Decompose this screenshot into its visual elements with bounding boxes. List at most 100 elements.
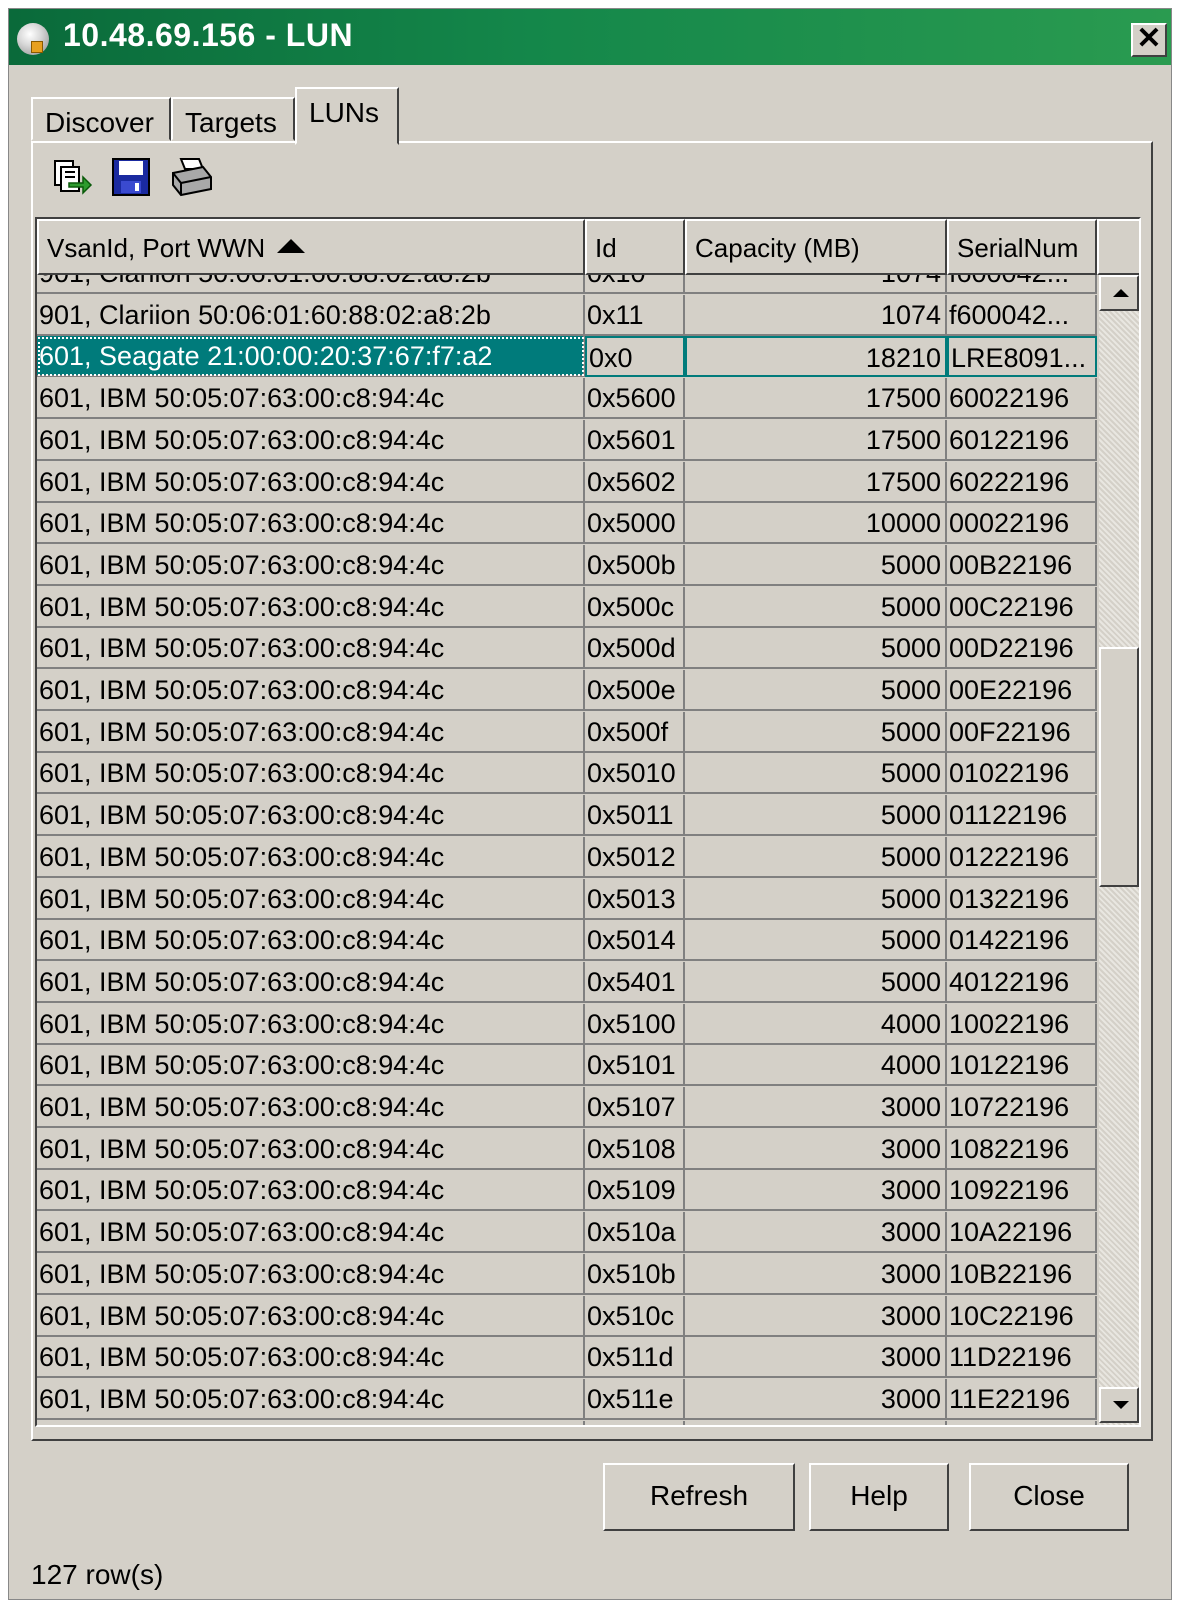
table-row[interactable]: 601, IBM 50:05:07:63:00:c8:94:4c 0x5101 40… (37, 1045, 1099, 1087)
scroll-down-button[interactable] (1099, 1387, 1139, 1423)
table-cell: 601, IBM 50:05:07:63:00:c8:94:4c (37, 1003, 585, 1045)
table-cell: 0x5600 (585, 378, 685, 420)
table-row[interactable]: 601, IBM 50:05:07:63:00:c8:94:4c 0x510a 30… (37, 1212, 1099, 1254)
table-row[interactable]: 601, IBM 50:05:07:63:00:c8:94:4c 0x500d 50… (37, 628, 1099, 670)
window-close-button[interactable]: ✕ (1131, 23, 1167, 57)
column-header-capacity[interactable]: Capacity (MB) (685, 219, 947, 275)
table-row[interactable]: 601, IBM 50:05:07:63:00:c8:94:4c 0x5010 50… (37, 753, 1099, 795)
table-cell: 0x5602 (585, 461, 685, 503)
table-row[interactable]: 601, IBM 50:05:07:63:00:c8:94:4c 0x5012 50… (37, 836, 1099, 878)
table-cell: 5000 (685, 544, 947, 586)
table-cell: 17500 (685, 378, 947, 420)
export-icon[interactable] (49, 155, 93, 199)
table-row[interactable]: 601, IBM 50:05:07:63:00:c8:94:4c 0x500f 50… (37, 711, 1099, 753)
tab-targets[interactable]: Targets (171, 97, 295, 141)
table-cell: 601, IBM 50:05:07:63:00:c8:94:4c (37, 670, 585, 711)
table-cell: 601, IBM 50:05:07:63:00:c8:94:4c (37, 836, 585, 878)
table-cell: 0x510a (585, 1212, 685, 1254)
table-row[interactable]: 601, Seagate 21:00:00:20:37:67:f7:a2 0x0 1… (37, 336, 1099, 378)
table-row[interactable]: 601, IBM 50:05:07:63:00:c8:94:4c 0x5014 50… (37, 920, 1099, 962)
column-header-vsanid-port-wwn[interactable]: VsanId, Port WWN (37, 219, 585, 275)
table-cell: f600042... (947, 294, 1097, 336)
table-cell: 3000 (685, 1212, 947, 1254)
table-row[interactable]: 601, IBM 50:05:07:63:00:c8:94:4c 0x5013 50… (37, 878, 1099, 920)
table-cell: 601, IBM 50:05:07:63:00:c8:94:4c (37, 1420, 585, 1425)
table-cell: 0x5100 (585, 1003, 685, 1045)
table-cell: 601, IBM 50:05:07:63:00:c8:94:4c (37, 419, 585, 461)
scroll-thumb[interactable] (1099, 647, 1139, 887)
table-cell: 601, Seagate 21:00:00:20:37:67:f7:a2 (37, 336, 585, 378)
table-cell: 0x5109 (585, 1170, 685, 1212)
table-cell: 601, IBM 50:05:07:63:00:c8:94:4c (37, 1087, 585, 1128)
table-cell: 10A22196 (947, 1212, 1097, 1254)
help-button[interactable]: Help (809, 1463, 949, 1531)
table-cell: 601, IBM 50:05:07:63:00:c8:94:4c (37, 1295, 585, 1337)
row-count-status: 127 row(s) (31, 1559, 164, 1590)
table-row[interactable]: 601, IBM 50:05:07:63:00:c8:94:4c 0x5109 30… (37, 1170, 1099, 1212)
table-cell: 00F22196 (947, 711, 1097, 753)
table-row[interactable]: 601, IBM 50:05:07:63:00:c8:94:4c 0x5000 10… (37, 503, 1099, 545)
table-cell: 00C22196 (947, 586, 1097, 628)
table-cell: 901, Clariion 50:06:01:60:88:02:a8:2b (37, 275, 585, 294)
table-cell: 601, IBM 50:05:07:63:00:c8:94:4c (37, 1128, 585, 1170)
table-cell: 0x5601 (585, 419, 685, 461)
table-row[interactable]: 601, IBM 50:05:07:63:00:c8:94:4c 0x5100 40… (37, 1003, 1099, 1045)
column-header-label: Capacity (MB) (695, 233, 860, 263)
table-cell: 601, IBM 50:05:07:63:00:c8:94:4c (37, 961, 585, 1003)
table-row[interactable]: 901, Clariion 50:06:01:60:88:02:a8:2b0x1… (37, 275, 1099, 294)
table-cell: 0x500b (585, 544, 685, 586)
table-row[interactable]: 601, IBM 50:05:07:63:00:c8:94:4c 0x5600 17… (37, 378, 1099, 420)
table-row[interactable]: 601, IBM 50:05:07:63:00:c8:94:4c 0x510b 30… (37, 1253, 1099, 1295)
print-icon[interactable] (169, 155, 213, 199)
table-cell: 11D22196 (947, 1337, 1097, 1379)
table-row[interactable]: 601, IBM 50:05:07:63:00:c8:94:4c 0x5107 30… (37, 1087, 1099, 1128)
table-row[interactable]: 601, IBM 50:05:07:63:00:c8:94:4c 0x5401 50… (37, 961, 1099, 1003)
window-title: 10.48.69.156 - LUN (63, 17, 354, 53)
table-cell: 3000 (685, 1170, 947, 1212)
table-cell: 3000 (685, 1253, 947, 1295)
save-icon[interactable] (109, 155, 153, 199)
table-cell: 0x11 (585, 294, 685, 336)
table-cell: 01022196 (947, 753, 1097, 795)
table-row[interactable]: 601, IBM 50:05:07:63:00:c8:94:4c 0x5602 17… (37, 461, 1099, 503)
table-row[interactable]: 601, IBM 50:05:07:63:00:c8:94:4c 0x511e 30… (37, 1378, 1099, 1420)
table-cell: 5000 (685, 961, 947, 1003)
table-row[interactable]: 601, IBM 50:05:07:63:00:c8:94:4c 0x5601 17… (37, 419, 1099, 461)
table-row[interactable]: 601, IBM 50:05:07:63:00:c8:94:4c 0x500b 50… (37, 544, 1099, 586)
table-row[interactable]: 601, IBM 50:05:07:63:00:c8:94:4c 0x5011 50… (37, 795, 1099, 837)
table-cell: 601, IBM 50:05:07:63:00:c8:94:4c (37, 1253, 585, 1295)
tab-discover[interactable]: Discover (31, 97, 171, 141)
table-cell: 4000 (685, 1045, 947, 1087)
refresh-button[interactable]: Refresh (603, 1463, 795, 1531)
table-row[interactable]: 601, IBM 50:05:07:63:00:c8:94:4c 0x5108 30… (37, 1128, 1099, 1170)
table-cell: 0x5401 (585, 961, 685, 1003)
table-cell: 3000 (685, 1420, 947, 1425)
app-icon (17, 23, 49, 55)
table-row[interactable]: 601, IBM 50:05:07:63:00:c8:94:4c 0x511d 30… (37, 1337, 1099, 1379)
tab-luns-label: LUNs (309, 97, 380, 128)
column-header-id[interactable]: Id (585, 219, 685, 275)
title-bar[interactable]: 10.48.69.156 - LUN ✕ (9, 9, 1171, 65)
table-cell: 5000 (685, 753, 947, 795)
table-cell: 0x500c (585, 586, 685, 628)
scroll-up-button[interactable] (1099, 275, 1139, 311)
tab-luns[interactable]: LUNs (295, 87, 399, 145)
lun-window: 10.48.69.156 - LUN ✕ Discover Targets LU… (8, 8, 1172, 1600)
column-header-serialnum[interactable]: SerialNum (947, 219, 1097, 275)
table-cell: 10922196 (947, 1170, 1097, 1212)
table-row[interactable]: 601, IBM 50:05:07:63:00:c8:94:4c 0x500e 50… (37, 670, 1099, 711)
table-row[interactable]: 601, IBM 50:05:07:63:00:c8:94:4c 0x510c 30… (37, 1295, 1099, 1337)
sort-ascending-icon (277, 239, 306, 253)
vertical-scrollbar[interactable] (1099, 275, 1139, 1425)
column-header-label: Id (595, 233, 617, 263)
table-cell: 601, IBM 50:05:07:63:00:c8:94:4c (37, 1170, 585, 1212)
close-button[interactable]: Close (969, 1463, 1129, 1531)
table-cell: 601, IBM 50:05:07:63:00:c8:94:4c (37, 1212, 585, 1254)
table-row[interactable]: 601, IBM 50:05:07:63:00:c8:94:4c0x511f30… (37, 1420, 1099, 1425)
table-row[interactable]: 901, Clariion 50:06:01:60:88:02:a8:2b0x1… (37, 294, 1099, 336)
table-cell: 0x510b (585, 1253, 685, 1295)
table-cell: 00022196 (947, 503, 1097, 545)
table-cell: 5000 (685, 795, 947, 837)
column-header-filler (1097, 219, 1139, 275)
table-row[interactable]: 601, IBM 50:05:07:63:00:c8:94:4c 0x500c 50… (37, 586, 1099, 628)
